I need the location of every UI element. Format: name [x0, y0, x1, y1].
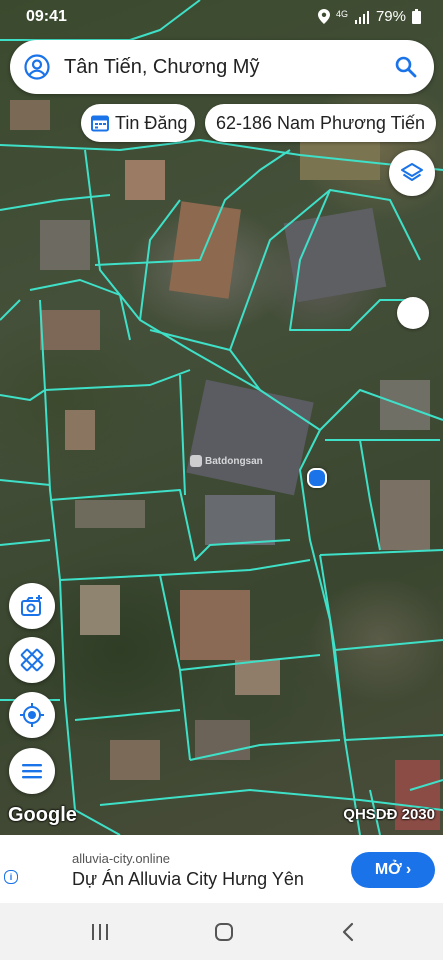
status-icons: 4G 79% — [317, 8, 421, 25]
measure-ruler-icon — [20, 648, 44, 672]
my-location-button[interactable] — [9, 692, 55, 738]
search-input[interactable]: Tân Tiến, Chương Mỹ — [64, 56, 394, 79]
location-icon — [317, 9, 330, 24]
measure-button[interactable] — [9, 637, 55, 683]
signal-icon — [354, 10, 369, 24]
google-attribution: Google — [8, 804, 77, 826]
account-icon[interactable] — [24, 54, 50, 80]
recent-apps-icon — [92, 924, 108, 940]
menu-icon — [22, 764, 42, 779]
my-location-icon — [20, 703, 44, 727]
layers-button[interactable] — [389, 150, 435, 196]
ad-title: Dự Án Alluvia City Hưng Yên — [72, 869, 304, 889]
battery-icon — [412, 9, 421, 24]
search-bar[interactable]: Tân Tiến, Chương Mỹ — [10, 40, 434, 94]
map-watermark: Batdongsan — [190, 455, 263, 467]
system-nav-bar — [0, 903, 443, 960]
map-scroll-handle[interactable] — [397, 297, 429, 329]
watermark-text: Batdongsan — [205, 455, 263, 467]
status-time: 09:41 — [26, 8, 67, 25]
listing-chip-label: Tin Đăng — [115, 112, 188, 133]
layers-icon — [401, 163, 423, 181]
listing-calendar-icon — [91, 114, 109, 132]
chevron-right-icon: › — [405, 861, 412, 878]
current-location-marker — [307, 468, 327, 488]
battery-percent: 79% — [375, 8, 406, 25]
home-button[interactable] — [204, 917, 244, 947]
back-icon — [342, 922, 354, 942]
ad-banner[interactable]: i alluvia-city.online Dự Án Alluvia City… — [0, 835, 443, 903]
search-icon[interactable] — [394, 55, 418, 79]
planning-layer-label: QHSDĐ 2030 — [343, 806, 435, 823]
back-button[interactable] — [328, 917, 368, 947]
recent-apps-button[interactable] — [80, 917, 120, 947]
ad-open-button[interactable]: MỞ › — [351, 852, 435, 888]
status-bar: 09:41 4G 79% — [0, 0, 443, 34]
address-chip-label: 62-186 Nam Phương Tiến — [216, 112, 425, 133]
ad-domain: alluvia-city.online — [72, 851, 171, 866]
camera-add-icon — [21, 595, 42, 616]
network-type: 4G — [335, 8, 348, 19]
listing-chip[interactable]: Tin Đăng — [81, 104, 195, 142]
ad-open-label: MỞ — [374, 861, 402, 878]
menu-button[interactable] — [9, 748, 55, 794]
address-chip[interactable]: 62-186 Nam Phương Tiến — [205, 104, 436, 142]
camera-add-button[interactable] — [9, 583, 55, 629]
watermark-logo-icon — [190, 455, 202, 467]
ad-info-icon[interactable]: i — [4, 870, 18, 884]
home-icon — [215, 923, 233, 941]
